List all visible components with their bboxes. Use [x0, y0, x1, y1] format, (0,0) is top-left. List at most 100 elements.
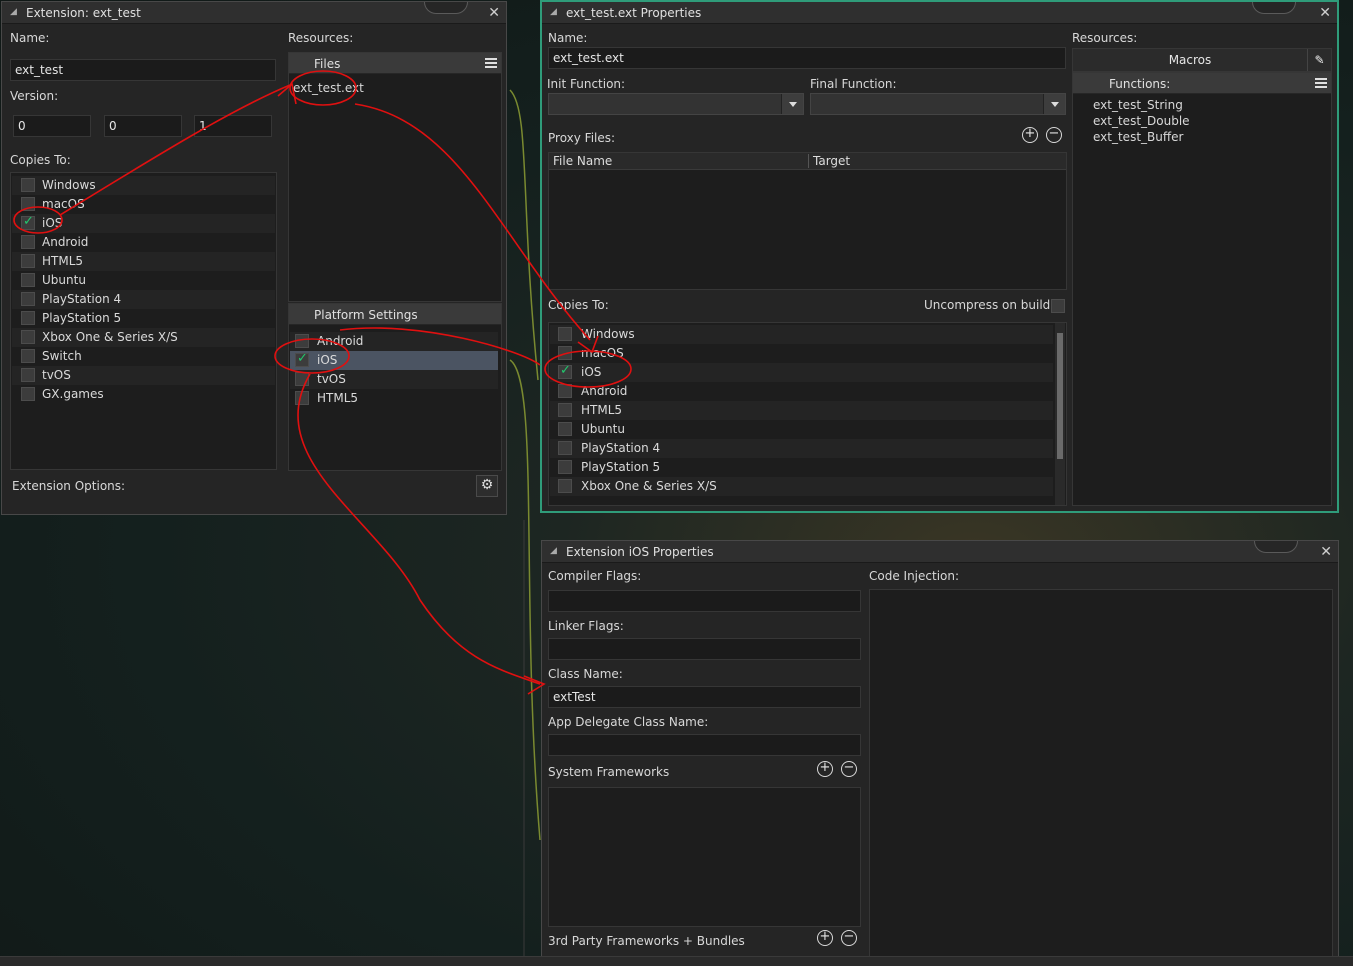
- version-minor-input[interactable]: 0: [104, 115, 182, 137]
- chevron-down-icon[interactable]: [781, 94, 803, 114]
- platform-row[interactable]: Windows: [550, 325, 1053, 344]
- collapse-icon[interactable]: ◢: [10, 7, 17, 17]
- name-input[interactable]: ext_test: [10, 59, 276, 81]
- name-input[interactable]: ext_test.ext: [548, 47, 1066, 69]
- pencil-icon[interactable]: ✎: [1307, 49, 1331, 71]
- menu-icon[interactable]: [485, 58, 497, 68]
- remove-proxy-button[interactable]: −: [1046, 127, 1062, 143]
- file-item[interactable]: ext_test.ext: [293, 81, 364, 95]
- platform-row[interactable]: Android: [550, 382, 1053, 401]
- platform-checkbox[interactable]: [21, 387, 35, 401]
- add-proxy-button[interactable]: +: [1022, 127, 1038, 143]
- platform-checkbox[interactable]: [21, 273, 35, 287]
- platform-row[interactable]: Xbox One & Series X/S: [12, 328, 275, 347]
- platform-checkbox[interactable]: ✓: [295, 351, 309, 367]
- close-icon[interactable]: ✕: [1319, 5, 1331, 21]
- platform-checkbox[interactable]: ✓: [558, 363, 572, 379]
- platform-checkbox[interactable]: [295, 372, 309, 386]
- uncompress-checkbox[interactable]: [1051, 299, 1065, 313]
- platform-row[interactable]: HTML5: [550, 401, 1053, 420]
- init-function-dropdown[interactable]: [548, 93, 804, 115]
- menu-icon[interactable]: [1315, 78, 1327, 88]
- platform-checkbox[interactable]: [558, 403, 572, 417]
- platform-row[interactable]: GX.games: [12, 385, 275, 404]
- linker-flags-input[interactable]: [548, 638, 861, 660]
- collapse-icon[interactable]: ◢: [550, 7, 557, 17]
- function-item[interactable]: ext_test_Buffer: [1093, 130, 1183, 144]
- add-framework-button[interactable]: +: [817, 761, 833, 777]
- platform-row[interactable]: PlayStation 5: [12, 309, 275, 328]
- platform-checkbox[interactable]: [558, 479, 572, 493]
- dock-notch[interactable]: [424, 2, 468, 14]
- target-column[interactable]: Target: [808, 154, 850, 168]
- remove-bundle-button[interactable]: −: [841, 930, 857, 946]
- platform-checkbox[interactable]: [21, 311, 35, 325]
- platform-checkbox[interactable]: [21, 178, 35, 192]
- platform-row[interactable]: PlayStation 4: [12, 290, 275, 309]
- platform-row[interactable]: PlayStation 4: [550, 439, 1053, 458]
- function-item[interactable]: ext_test_Double: [1093, 114, 1190, 128]
- platform-checkbox[interactable]: [21, 330, 35, 344]
- extension-titlebar[interactable]: ◢ Extension: ext_test ✕: [2, 2, 506, 24]
- platform-row[interactable]: Android: [12, 233, 275, 252]
- remove-framework-button[interactable]: −: [841, 761, 857, 777]
- compiler-flags-input[interactable]: [548, 590, 861, 612]
- properties-titlebar[interactable]: ◢ ext_test.ext Properties ✕: [542, 2, 1337, 24]
- platform-checkbox[interactable]: [295, 334, 309, 348]
- platform-row[interactable]: HTML5: [12, 252, 275, 271]
- scrollbar[interactable]: [1055, 323, 1065, 505]
- platform-row[interactable]: Windows: [12, 176, 275, 195]
- dock-notch[interactable]: [1254, 541, 1298, 553]
- functions-header[interactable]: Functions:: [1073, 73, 1331, 94]
- version-patch-input[interactable]: 1: [194, 115, 272, 137]
- platform-checkbox[interactable]: [21, 292, 35, 306]
- macros-button[interactable]: Macros: [1073, 53, 1307, 67]
- check-icon: ✓: [560, 363, 571, 378]
- platform-row[interactable]: ✓ iOS: [550, 363, 1053, 382]
- platform-label: HTML5: [317, 391, 359, 405]
- platform-checkbox[interactable]: [21, 368, 35, 382]
- platform-checkbox[interactable]: [21, 254, 35, 268]
- platform-row[interactable]: HTML5: [290, 389, 498, 408]
- version-major-input[interactable]: 0: [13, 115, 91, 137]
- platform-checkbox[interactable]: [558, 346, 572, 360]
- platform-row[interactable]: Ubuntu: [12, 271, 275, 290]
- add-bundle-button[interactable]: +: [817, 930, 833, 946]
- file-name-column[interactable]: File Name: [553, 154, 612, 168]
- close-icon[interactable]: ✕: [488, 5, 500, 21]
- platform-row[interactable]: tvOS: [12, 366, 275, 385]
- final-function-dropdown[interactable]: [810, 93, 1066, 115]
- platform-checkbox[interactable]: [21, 235, 35, 249]
- platform-row[interactable]: Ubuntu: [550, 420, 1053, 439]
- platform-checkbox[interactable]: [558, 327, 572, 341]
- collapse-icon[interactable]: ◢: [550, 546, 557, 556]
- platform-checkbox[interactable]: [558, 441, 572, 455]
- scrollbar-thumb[interactable]: [1057, 333, 1063, 459]
- platform-checkbox[interactable]: [295, 391, 309, 405]
- platform-row[interactable]: Xbox One & Series X/S: [550, 477, 1053, 496]
- platform-row[interactable]: ✓ iOS: [12, 214, 275, 233]
- chevron-down-icon[interactable]: [1043, 94, 1065, 114]
- platform-row[interactable]: Android: [290, 332, 498, 351]
- files-header[interactable]: Files: [289, 53, 501, 74]
- platform-checkbox[interactable]: [558, 460, 572, 474]
- function-item[interactable]: ext_test_String: [1093, 98, 1183, 112]
- platform-checkbox[interactable]: [558, 384, 572, 398]
- ios-titlebar[interactable]: ◢ Extension iOS Properties ✕: [542, 541, 1338, 563]
- class-name-input[interactable]: extTest: [548, 686, 861, 708]
- platform-checkbox[interactable]: [558, 422, 572, 436]
- close-icon[interactable]: ✕: [1320, 544, 1332, 560]
- platform-row[interactable]: tvOS: [290, 370, 498, 389]
- platform-row[interactable]: ✓ iOS: [290, 351, 498, 370]
- platform-checkbox[interactable]: ✓: [21, 214, 35, 230]
- platform-checkbox[interactable]: [21, 197, 35, 211]
- code-injection-editor[interactable]: [869, 589, 1333, 959]
- gear-icon[interactable]: ⚙: [476, 475, 498, 497]
- platform-row[interactable]: Switch: [12, 347, 275, 366]
- platform-row[interactable]: macOS: [550, 344, 1053, 363]
- platform-checkbox[interactable]: [21, 349, 35, 363]
- dock-notch[interactable]: [1252, 2, 1296, 14]
- platform-row[interactable]: PlayStation 5: [550, 458, 1053, 477]
- platform-row[interactable]: macOS: [12, 195, 275, 214]
- app-delegate-input[interactable]: [548, 734, 861, 756]
